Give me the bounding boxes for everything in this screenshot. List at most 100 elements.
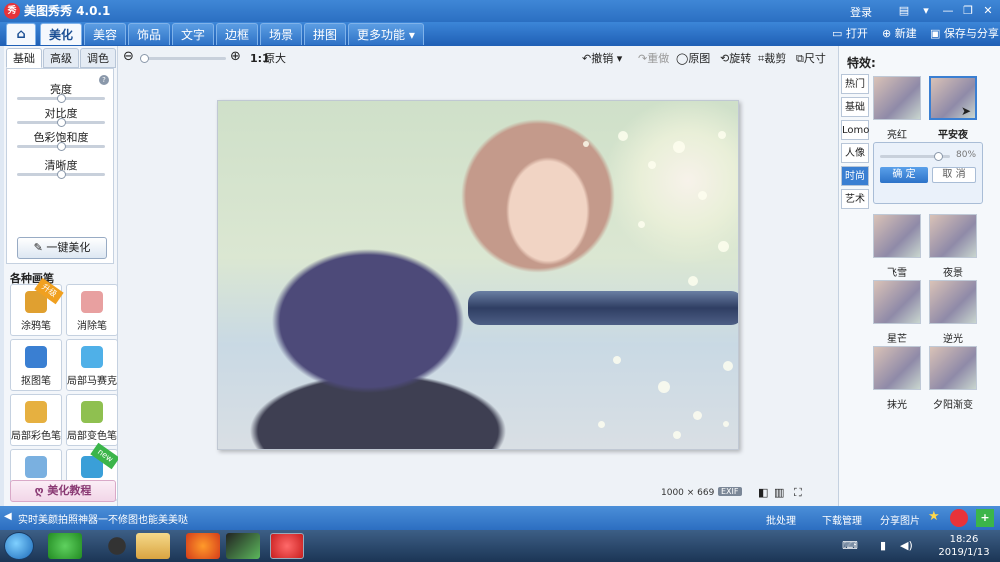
effect-thumb[interactable]: [929, 280, 977, 324]
effect-thumb-top-0[interactable]: [873, 76, 921, 120]
effect-label: 星芒: [887, 334, 907, 345]
batch-button[interactable]: 批处理: [766, 512, 796, 527]
fullscreen-icon[interactable]: ⛶: [794, 486, 802, 500]
slider-knob[interactable]: [57, 118, 66, 127]
taskbar-app-icon-1[interactable]: [48, 533, 82, 559]
new-button[interactable]: ⊕ 新建: [882, 26, 917, 42]
effect-label: 飞雪: [887, 268, 907, 279]
wings-icon: ღ: [34, 484, 48, 497]
zoom-in-icon[interactable]: ⊕: [230, 50, 241, 64]
effect-thumb[interactable]: [929, 214, 977, 258]
close-icon[interactable]: ✕: [980, 3, 996, 19]
slider-knob[interactable]: [57, 94, 66, 103]
effect-category-tab[interactable]: Lomo: [841, 120, 869, 140]
brush-tool-1[interactable]: 消除笔: [66, 284, 118, 336]
effect-thumb[interactable]: [873, 214, 921, 258]
open-button[interactable]: ▭ 打开: [832, 26, 868, 42]
effect-thumb[interactable]: [873, 346, 921, 390]
subtab-basic[interactable]: 基础: [6, 48, 42, 68]
zoom-knob[interactable]: [140, 54, 149, 63]
taskbar: ⌨ ▮ ◀) 18:26 2019/1/13: [0, 530, 1000, 562]
subtab-advanced[interactable]: 高级: [43, 48, 79, 68]
slider-knob[interactable]: [57, 170, 66, 179]
zoom-slider[interactable]: [140, 54, 226, 63]
sharpness-slider[interactable]: [17, 170, 105, 179]
photo-canvas[interactable]: [217, 100, 739, 450]
compare-icon[interactable]: ◧: [758, 486, 768, 499]
bokeh-light: [673, 431, 681, 439]
effect-thumb[interactable]: [873, 280, 921, 324]
confirm-button[interactable]: 确 定: [880, 167, 928, 183]
split-view-icon[interactable]: ▥: [774, 486, 784, 499]
start-button[interactable]: [4, 532, 34, 560]
subtab-color[interactable]: 调色: [80, 48, 116, 68]
brush-tool-4[interactable]: 局部彩色笔: [10, 394, 62, 446]
status-bar: ◀ 实时美颜拍照神器一不修图也能美美哒 批处理 下载管理 分享图片 ★ +: [0, 506, 1000, 530]
effect-category-tab[interactable]: 基础: [841, 97, 869, 117]
tab-beauty[interactable]: 美容: [84, 23, 127, 45]
zoom-out-icon[interactable]: ⊖: [123, 50, 134, 64]
minimize-icon[interactable]: —: [940, 3, 956, 19]
tutorial-button[interactable]: ღ 美化教程: [10, 480, 116, 502]
share-image-button[interactable]: 分享图片: [880, 512, 920, 527]
undo-button[interactable]: ↶撤销 ▾: [582, 52, 622, 66]
settings-icon[interactable]: ▾: [918, 3, 934, 19]
restore-icon[interactable]: ❐: [960, 3, 976, 19]
tab-more[interactable]: 更多功能 ▾: [348, 23, 424, 45]
video-app-icon[interactable]: [226, 533, 260, 559]
saturation-slider[interactable]: [17, 142, 105, 151]
rotate-button[interactable]: ⟲旋转: [720, 52, 751, 66]
meitu-taskbar-icon[interactable]: [270, 533, 304, 559]
brush-tool-5[interactable]: 局部变色笔: [66, 394, 118, 446]
wand-icon: ✎: [33, 241, 47, 254]
add-icon[interactable]: +: [976, 509, 994, 527]
qq-icon[interactable]: [100, 533, 134, 559]
tab-frame[interactable]: 边框: [216, 23, 259, 45]
effect-category-tab[interactable]: 人像: [841, 143, 869, 163]
crop-button[interactable]: ⌗裁剪: [758, 52, 786, 66]
one-click-beautify-button[interactable]: ✎ 一键美化: [17, 237, 107, 259]
effect-category-tab[interactable]: 热门: [841, 74, 869, 94]
rotate-icon: ⟲: [720, 52, 730, 65]
save-share-button[interactable]: ▣ 保存与分享: [930, 26, 999, 42]
status-promo-text[interactable]: 实时美颜拍照神器一不修图也能美美哒: [18, 511, 188, 526]
opacity-knob[interactable]: [934, 152, 943, 161]
volume-icon[interactable]: ◀): [900, 539, 913, 552]
zoom-original-size[interactable]: 原大: [264, 52, 286, 66]
tab-beautify[interactable]: 美化: [40, 23, 83, 45]
brush-tool-0[interactable]: 涂鸦笔 升级: [10, 277, 64, 336]
effect-category-tab[interactable]: 时尚: [841, 166, 869, 186]
cancel-button[interactable]: 取 消: [932, 167, 976, 183]
tab-text[interactable]: 文字: [172, 23, 215, 45]
home-tab[interactable]: ⌂: [6, 23, 36, 45]
download-manager-button[interactable]: 下载管理: [822, 512, 862, 527]
firefox-icon[interactable]: [186, 533, 220, 559]
network-icon[interactable]: ▮: [880, 539, 886, 552]
weibo-icon[interactable]: [950, 509, 968, 527]
effect-label: 夕阳渐变: [933, 400, 973, 411]
tab-collage[interactable]: 拼图: [304, 23, 347, 45]
brush-tool-2[interactable]: 抠图笔: [10, 339, 62, 391]
clock[interactable]: 18:26 2019/1/13: [932, 533, 996, 559]
star-icon[interactable]: ★: [928, 509, 940, 524]
tab-accessories[interactable]: 饰品: [128, 23, 171, 45]
bokeh-light: [718, 241, 729, 252]
opacity-slider[interactable]: [880, 152, 950, 161]
slider-knob[interactable]: [57, 142, 66, 151]
redo-button[interactable]: ↷重做: [638, 52, 669, 66]
exif-badge[interactable]: EXIF: [718, 487, 742, 496]
effect-thumb[interactable]: [929, 346, 977, 390]
keyboard-icon[interactable]: ⌨: [842, 539, 858, 552]
folder-icon[interactable]: [136, 533, 170, 559]
bokeh-light: [658, 381, 670, 393]
login-link[interactable]: 登录: [850, 4, 872, 20]
original-button[interactable]: ◯原图: [676, 52, 710, 66]
bokeh-light: [718, 131, 726, 139]
menu-icon[interactable]: ▤: [896, 3, 912, 19]
brush-tool-3[interactable]: 局部马赛克: [66, 339, 118, 391]
contrast-slider[interactable]: [17, 118, 105, 127]
tab-scene[interactable]: 场景: [260, 23, 303, 45]
effect-category-tab[interactable]: 艺术: [841, 189, 869, 209]
brightness-slider[interactable]: [17, 94, 105, 103]
resize-button[interactable]: ⧉尺寸: [796, 52, 826, 66]
